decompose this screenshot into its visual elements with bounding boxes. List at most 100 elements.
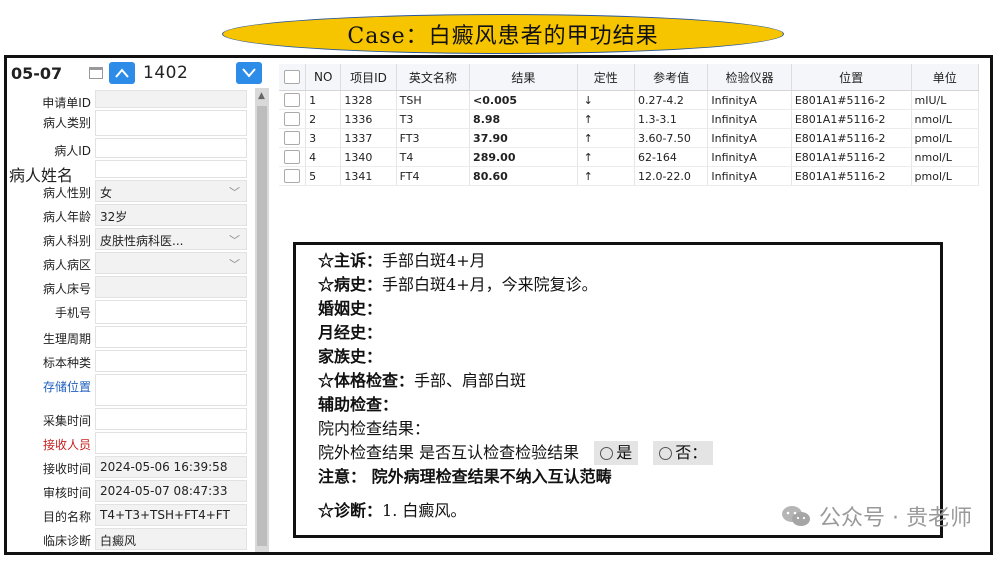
cell-inst: InfinityA <box>707 128 792 148</box>
field-value[interactable]: 2024-05-07 08:47:33 <box>95 480 247 502</box>
field-value[interactable] <box>95 374 247 406</box>
row-checkbox[interactable] <box>284 169 301 183</box>
field-label[interactable]: 存储位置 <box>7 374 95 395</box>
attention-text: 注意： 院外病理检查结果不纳入互认范畴 <box>318 467 612 486</box>
scroll-up-icon[interactable]: ▲ <box>258 91 265 101</box>
radio-circle-icon <box>659 447 673 460</box>
radio-no-label: 否： <box>675 443 708 462</box>
family-label: 家族史： <box>318 347 383 366</box>
field-label: 病人病区 <box>42 258 91 272</box>
date-field[interactable]: 05-07 <box>7 64 89 83</box>
cell-flag: ↓ <box>577 90 635 110</box>
table-row[interactable]: 4 1340 T4 289.00 ↑ 62-164 InfinityA E801A1#5116… <box>279 147 980 167</box>
cell-inst: InfinityA <box>707 109 792 129</box>
select-all-checkbox[interactable] <box>284 70 301 85</box>
field-row: 病人床号 <box>7 276 247 300</box>
header-position[interactable]: 位置 <box>791 64 912 91</box>
field-value-text: T4+T3+TSH+FT4+FT <box>100 508 230 522</box>
field-value[interactable] <box>95 160 247 178</box>
next-button[interactable] <box>236 62 262 84</box>
row-select-cell[interactable] <box>279 128 307 148</box>
field-value[interactable]: T4+T3+TSH+FT4+FT <box>95 504 247 526</box>
radio-no[interactable]: 否： <box>653 441 714 465</box>
cell-inst: InfinityA <box>707 147 792 167</box>
field-value[interactable] <box>95 326 247 348</box>
clinical-note-box: ☆主诉：手部白斑4+月 ☆病史：手部白斑4+月，今来院复诊。 婚姻史： 月经史：… <box>293 242 943 538</box>
cell-result: 37.90 <box>469 128 578 148</box>
cell-no: 3 <box>305 128 342 148</box>
cell-result: 289.00 <box>469 147 578 167</box>
header-qualitative[interactable]: 定性 <box>577 64 635 91</box>
row-checkbox[interactable] <box>284 150 301 164</box>
field-row: 病人姓名 <box>7 160 247 185</box>
field-value[interactable] <box>95 110 247 136</box>
cell-ref: 62-164 <box>634 147 709 167</box>
field-label: 手机号 <box>54 306 91 320</box>
field-value[interactable] <box>95 300 247 324</box>
chevron-down-icon[interactable]: ﹀ <box>229 232 240 248</box>
field-label: 病人性别 <box>42 186 91 200</box>
cell-result: <0.005 <box>469 90 578 110</box>
header-english-name[interactable]: 英文名称 <box>396 64 471 91</box>
field-value[interactable] <box>95 408 247 430</box>
header-unit[interactable]: 单位 <box>911 64 980 91</box>
row-select-cell[interactable] <box>279 109 307 129</box>
sample-number[interactable]: 1402 <box>143 63 223 83</box>
field-label: 病人年龄 <box>42 210 91 224</box>
radio-yes-label: 是 <box>616 443 633 462</box>
radio-yes[interactable]: 是 <box>594 441 639 465</box>
cell-flag: ↑ <box>577 109 635 129</box>
field-value[interactable] <box>95 350 247 372</box>
row-checkbox[interactable] <box>284 93 301 107</box>
patient-info-panel: 05-07 1402 申请单ID 病人类别 病人ID 病人姓名 病人性别女 ﹀ 病人年龄 32… <box>7 58 262 552</box>
row-checkbox[interactable] <box>284 131 301 145</box>
cell-result: 8.98 <box>469 109 578 129</box>
row-select-cell[interactable] <box>279 90 307 110</box>
row-select-cell[interactable] <box>279 166 307 186</box>
field-label: 病人类别 <box>42 116 91 130</box>
row-checkbox[interactable] <box>284 112 301 126</box>
field-value[interactable] <box>95 432 247 454</box>
header-reference[interactable]: 参考值 <box>634 64 709 91</box>
chevron-down-icon[interactable]: ﹀ <box>229 184 240 200</box>
cell-id: 1328 <box>340 90 397 110</box>
field-value[interactable]: 皮肤性病科医... ﹀ <box>95 228 247 250</box>
header-item-id[interactable]: 项目ID <box>340 64 397 91</box>
field-value[interactable]: 32岁 <box>95 204 247 226</box>
diagnosis-label: ☆诊断： <box>318 501 383 520</box>
prev-button[interactable] <box>109 62 135 84</box>
field-value[interactable]: 2024-05-06 16:39:58 <box>95 456 247 478</box>
table-row[interactable]: 1 1328 TSH <0.005 ↓ 0.27-4.2 InfinityA E801A1#5… <box>279 90 980 110</box>
field-value-text: 皮肤性病科医... <box>100 234 184 248</box>
header-select[interactable] <box>279 64 307 91</box>
table-row[interactable]: 3 1337 FT3 37.90 ↑ 3.60-7.50 InfinityA E801A1#5… <box>279 128 980 148</box>
field-value[interactable]: 女 ﹀ <box>95 180 247 202</box>
table-row[interactable]: 2 1336 T3 8.98 ↑ 1.3-3.1 InfinityA E801A1#5116-… <box>279 109 980 129</box>
left-scrollbar[interactable]: ▲ <box>255 88 269 552</box>
chevron-down-icon[interactable]: ﹀ <box>229 256 240 272</box>
field-row: 审核时间 2024-05-07 08:47:33 <box>7 480 247 504</box>
cell-no: 5 <box>305 166 342 186</box>
row-select-cell[interactable] <box>279 147 307 167</box>
header-no[interactable]: NO <box>305 64 342 91</box>
field-row: 病人科别 皮肤性病科医... ﹀ <box>7 228 247 252</box>
scroll-thumb[interactable] <box>257 106 267 546</box>
chevron-up-icon <box>115 68 129 78</box>
header-result[interactable]: 结果 <box>469 64 578 91</box>
aux-label: 辅助检查： <box>318 395 399 414</box>
cell-pos: E801A1#5116-2 <box>791 128 912 148</box>
field-value[interactable]: 白癜风 <box>95 528 247 550</box>
field-value[interactable] <box>95 90 247 108</box>
cell-no: 4 <box>305 147 342 167</box>
cell-unit: nmol/L <box>911 109 980 129</box>
chevron-down-icon <box>242 68 256 78</box>
field-value[interactable] <box>95 276 247 298</box>
header-instrument[interactable]: 检验仪器 <box>707 64 792 91</box>
field-value[interactable] <box>95 138 247 158</box>
field-value[interactable]: ﹀ <box>95 252 247 274</box>
watermark-text: 公众号 · 贵老师 <box>819 506 972 531</box>
table-row[interactable]: 5 1341 FT4 80.60 ↑ 12.0-22.0 InfinityA E801A1#5… <box>279 166 980 186</box>
cell-ref: 1.3-3.1 <box>634 109 709 129</box>
calendar-icon[interactable] <box>89 67 103 79</box>
wechat-icon <box>782 506 811 526</box>
